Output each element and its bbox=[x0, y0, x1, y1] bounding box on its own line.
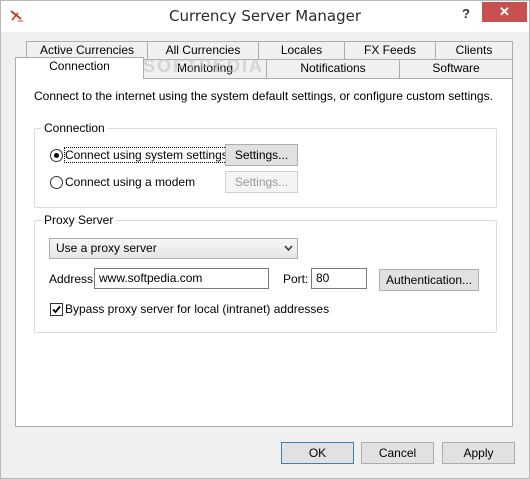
apply-button[interactable]: Apply bbox=[442, 442, 515, 464]
tab-fx-feeds[interactable]: FX Feeds bbox=[344, 41, 436, 61]
watermark: SOFTPEDIA bbox=[143, 56, 265, 76]
close-button[interactable]: ✕ bbox=[482, 2, 527, 22]
modem-radio[interactable] bbox=[50, 176, 63, 189]
chevron-down-icon bbox=[284, 245, 293, 252]
system-settings-label[interactable]: Connect using system settings bbox=[64, 147, 229, 163]
proxy-server-groupbox: Proxy Server Use a proxy server Address:… bbox=[34, 213, 497, 333]
connection-groupbox: Connection Connect using system settings… bbox=[34, 121, 497, 208]
system-settings-radio[interactable] bbox=[50, 149, 63, 162]
connection-tab-panel: Connect to the internet using the system… bbox=[15, 78, 513, 427]
help-button[interactable]: ? bbox=[453, 3, 479, 25]
proxy-group-label: Proxy Server bbox=[41, 213, 117, 227]
tab-locales[interactable]: Locales bbox=[258, 41, 345, 61]
ok-button[interactable]: OK bbox=[281, 442, 354, 464]
cancel-button[interactable]: Cancel bbox=[361, 442, 434, 464]
modem-settings-button[interactable]: Settings... bbox=[225, 171, 298, 193]
proxy-mode-value: Use a proxy server bbox=[56, 241, 157, 255]
port-input[interactable]: 80 bbox=[311, 268, 367, 289]
tab-connection[interactable]: Connection bbox=[15, 57, 144, 79]
tab-clients[interactable]: Clients bbox=[435, 41, 513, 61]
connection-group-label: Connection bbox=[41, 121, 108, 135]
window-title: Currency Server Manager bbox=[168, 7, 362, 25]
bypass-proxy-label[interactable]: Bypass proxy server for local (intranet)… bbox=[65, 302, 329, 316]
tab-notifications[interactable]: Notifications bbox=[266, 59, 400, 79]
currency-server-manager-window: Currency Server Manager ? ✕ Active Curre… bbox=[0, 0, 530, 479]
bypass-proxy-checkbox[interactable] bbox=[50, 303, 63, 316]
tab-software[interactable]: Software bbox=[399, 59, 513, 79]
port-label: Port: bbox=[283, 272, 309, 286]
address-label: Address: bbox=[49, 272, 97, 286]
authentication-button[interactable]: Authentication... bbox=[379, 269, 479, 291]
proxy-mode-select[interactable]: Use a proxy server bbox=[49, 238, 298, 259]
system-settings-button[interactable]: Settings... bbox=[225, 144, 298, 166]
title-bar[interactable]: Currency Server Manager ? ✕ bbox=[1, 1, 529, 32]
intro-text: Connect to the internet using the system… bbox=[34, 89, 493, 103]
checkmark-icon bbox=[52, 305, 61, 314]
address-input[interactable]: www.softpedia.com bbox=[94, 268, 269, 289]
modem-label[interactable]: Connect using a modem bbox=[65, 175, 195, 189]
